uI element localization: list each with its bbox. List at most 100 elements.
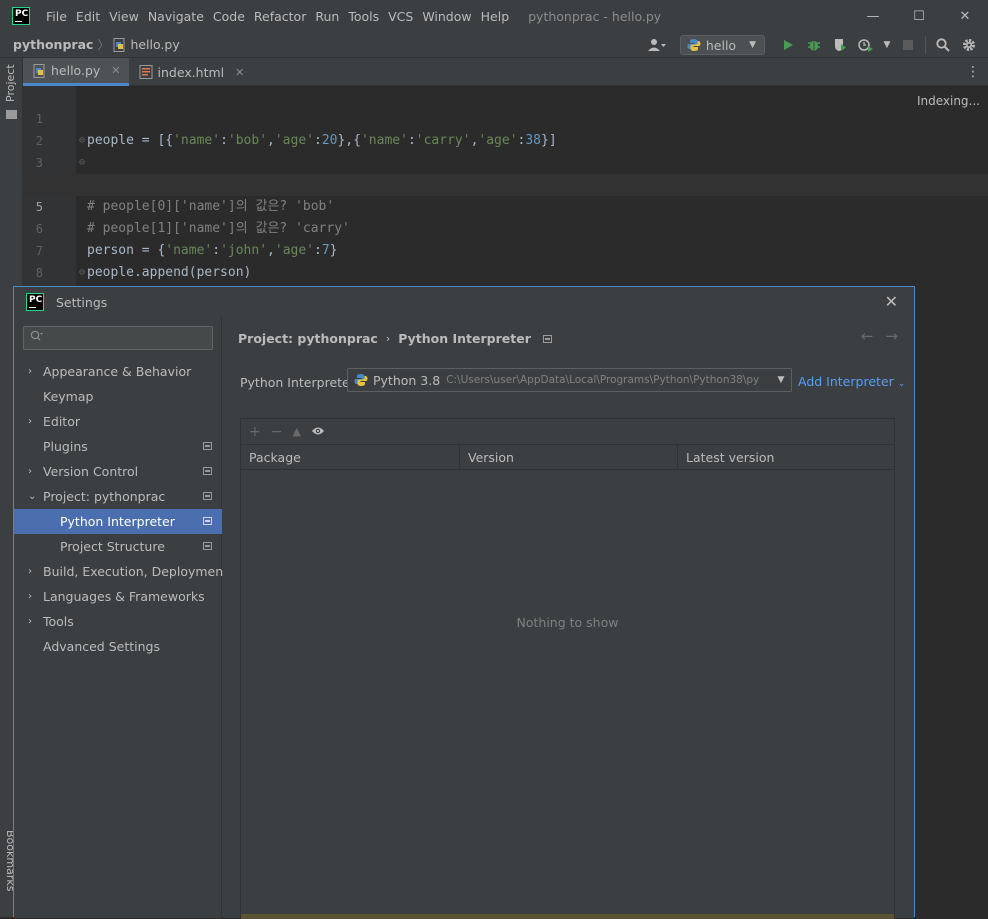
menu-vcs[interactable]: VCS — [388, 9, 413, 24]
main-toolbar: hello ▼ ▼ — [646, 32, 980, 58]
debug-icon[interactable] — [803, 34, 825, 56]
chevron-right-icon: › — [28, 466, 32, 477]
menu-code[interactable]: Code — [213, 9, 245, 24]
project-level-icon — [203, 492, 212, 500]
settings-item-advanced-settings[interactable]: Advanced Settings — [14, 634, 222, 659]
forward-arrow-icon[interactable]: → — [885, 327, 898, 345]
code-line: 4 ⊖ # people[1]['name']의 값은? 'carry' — [23, 152, 988, 236]
window-title: pythonprac - hello.py — [528, 8, 662, 24]
column-header-latest-version[interactable]: Latest version — [678, 445, 894, 470]
settings-item-editor[interactable]: › Editor — [14, 409, 222, 434]
settings-item-appearance-behavior[interactable]: › Appearance & Behavior — [14, 359, 222, 384]
settings-item-version-control[interactable]: › Version Control — [14, 459, 222, 484]
menu-edit[interactable]: Edit — [76, 9, 100, 24]
show-early-releases-eye-icon[interactable] — [311, 424, 325, 440]
settings-gear-icon[interactable] — [958, 34, 980, 56]
breadcrumb-project[interactable]: pythonprac — [13, 37, 93, 52]
folder-icon[interactable] — [6, 110, 17, 119]
code-line: 9 ⊖ # people의 값은? [{'name':'bob','age':2… — [23, 262, 988, 346]
chevron-down-icon: ⌄ — [897, 379, 906, 389]
code-line: 8 — [23, 240, 988, 280]
settings-item-plugins[interactable]: Plugins — [14, 434, 222, 459]
menu-window[interactable]: Window — [422, 9, 471, 24]
add-interpreter-link[interactable]: Add Interpreter ⌄ — [798, 374, 905, 389]
code-line: 3 ⊖ # people[0]['name']의 값은? 'bob' — [23, 130, 988, 214]
chevron-down-icon: ▼ — [749, 40, 756, 50]
minimize-button[interactable]: — — [850, 0, 896, 32]
settings-item-label: Advanced Settings — [43, 639, 160, 654]
more-tabs-icon[interactable]: ⋮ — [966, 64, 980, 80]
window-controls: — ☐ ✕ — [850, 0, 988, 32]
code-line-current: 5 — [23, 174, 988, 214]
settings-item-project-pythonprac[interactable]: ⌄ Project: pythonprac — [14, 484, 222, 509]
chevron-right-icon: › — [28, 616, 32, 627]
run-configuration-selector[interactable]: hello ▼ — [679, 35, 765, 55]
breadcrumb-parent[interactable]: Project: pythonprac — [238, 331, 378, 346]
packages-toolbar: + − ▲ — [241, 419, 894, 444]
code-line: 2 — [23, 108, 988, 148]
profile-icon[interactable] — [855, 34, 877, 56]
menu-file[interactable]: File — [46, 9, 67, 24]
back-arrow-icon[interactable]: ← — [861, 327, 874, 345]
dialog-title-bar: PC Settings ✕ — [14, 287, 914, 317]
menu-tools[interactable]: Tools — [348, 9, 379, 24]
tab-index-html[interactable]: index.html ✕ — [129, 58, 253, 86]
settings-item-build-execution-deployment[interactable]: › Build, Execution, Deployment — [14, 559, 228, 584]
fold-icon[interactable]: ⊖ — [79, 130, 85, 152]
code-line: 6 person = {'name':'john','age':7} — [23, 196, 988, 258]
pycharm-logo-icon: PC — [12, 7, 30, 25]
settings-search-input[interactable] — [23, 326, 213, 350]
tab-hello-py[interactable]: hello.py ✕ — [23, 58, 129, 86]
add-interpreter-label: Add Interpreter — [798, 374, 894, 389]
settings-item-project-structure[interactable]: Project Structure — [14, 534, 222, 559]
project-tool-window-button[interactable]: Project — [4, 64, 17, 102]
settings-item-languages-frameworks[interactable]: › Languages & Frameworks — [14, 584, 222, 609]
settings-item-tools[interactable]: › Tools — [14, 609, 222, 634]
settings-item-label: Editor — [43, 414, 80, 429]
remove-package-icon[interactable]: − — [271, 424, 283, 440]
run-icon[interactable] — [777, 34, 799, 56]
chevron-right-icon: › — [28, 366, 32, 377]
settings-item-keymap[interactable]: Keymap — [14, 384, 222, 409]
close-tab-icon[interactable]: ✕ — [111, 64, 120, 77]
toolbar-divider — [925, 36, 926, 54]
packages-table[interactable]: Package Version Latest version Nothing t… — [241, 444, 894, 919]
search-icon — [30, 330, 44, 345]
navigation-bar: pythonprac 〉 hello.py hello ▼ ▼ — [0, 32, 988, 58]
menu-refactor[interactable]: Refactor — [254, 9, 306, 24]
search-icon[interactable] — [932, 34, 954, 56]
column-header-version[interactable]: Version — [460, 445, 678, 470]
title-bar: PC File Edit View Navigate Code Refactor… — [0, 0, 988, 32]
interpreter-name: Python 3.8 — [373, 372, 441, 388]
menu-navigate[interactable]: Navigate — [148, 9, 204, 24]
menu-run[interactable]: Run — [315, 9, 339, 24]
code-editor[interactable]: 1 people = [{'name':'bob','age':20},{'na… — [23, 86, 988, 346]
more-run-options-icon[interactable]: ▼ — [881, 34, 893, 56]
empty-state-text: Nothing to show — [516, 615, 619, 630]
close-tab-icon[interactable]: ✕ — [235, 66, 244, 79]
close-window-button[interactable]: ✕ — [942, 0, 988, 32]
run-with-coverage-icon[interactable] — [829, 34, 851, 56]
packages-table-header: Package Version Latest version — [241, 445, 894, 470]
column-header-package[interactable]: Package — [241, 445, 460, 470]
menu-view[interactable]: View — [109, 9, 139, 24]
user-account-icon[interactable] — [646, 34, 668, 56]
code-line: 7 people.append(person) — [23, 218, 988, 280]
upgrade-package-icon[interactable]: ▲ — [292, 425, 300, 438]
settings-item-python-interpreter[interactable]: Python Interpreter — [14, 509, 222, 534]
settings-item-label: Tools — [43, 614, 74, 629]
menu-help[interactable]: Help — [481, 9, 510, 24]
fold-icon[interactable]: ⊖ — [79, 152, 85, 174]
interpreter-select[interactable]: Python 3.8 C:\Users\user\AppData\Local\P… — [347, 368, 792, 392]
settings-tree-panel: › Appearance & Behavior Keymap › Editor … — [14, 317, 228, 918]
close-icon[interactable]: ✕ — [885, 292, 898, 311]
add-package-icon[interactable]: + — [249, 424, 261, 440]
packages-panel: + − ▲ Package Version Latest version Not… — [240, 418, 895, 919]
pycharm-logo-icon: PC — [26, 293, 44, 311]
interpreter-path: C:\Users\user\AppData\Local\Programs\Pyt… — [446, 374, 760, 386]
stop-icon[interactable] — [897, 34, 919, 56]
fold-icon[interactable]: ⊖ — [79, 262, 85, 284]
indexing-status: Indexing... — [916, 94, 980, 108]
maximize-button[interactable]: ☐ — [896, 0, 942, 32]
breadcrumb-file[interactable]: hello.py — [130, 37, 179, 52]
